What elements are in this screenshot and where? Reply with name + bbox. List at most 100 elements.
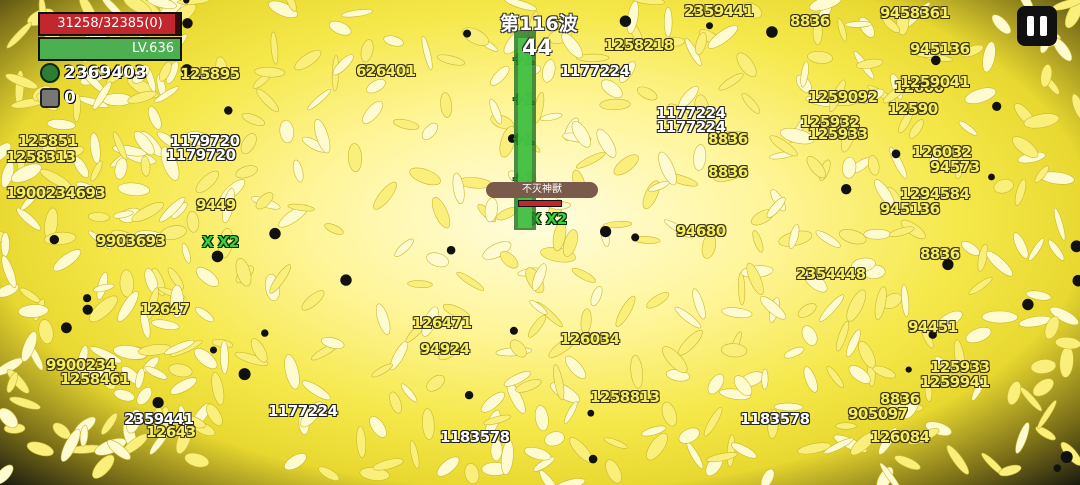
leaf-particle xyxy=(726,434,736,467)
leaf-particle xyxy=(888,226,915,237)
leaf-particle xyxy=(369,416,387,438)
level-text: LV.636 xyxy=(132,41,174,56)
leaf-particle xyxy=(409,167,441,186)
damage-number: 2354448 xyxy=(796,265,866,283)
damage-number: 8836 xyxy=(920,245,960,263)
leaf-particle xyxy=(993,178,1014,194)
leaf-particle xyxy=(0,464,14,485)
gem-counter: 0 xyxy=(40,88,76,108)
pause-icon xyxy=(1027,16,1034,36)
enemy-dot xyxy=(61,322,72,334)
leaf-particle xyxy=(284,354,300,390)
leaf-particle xyxy=(480,391,506,413)
leaf-particle xyxy=(421,122,438,141)
leaf-particle xyxy=(38,319,54,345)
damage-number: 126471 xyxy=(412,314,472,332)
leaf-particle xyxy=(372,458,404,471)
enemy-dot xyxy=(988,173,995,181)
enemy-dot xyxy=(1022,298,1034,311)
leaf-particle xyxy=(26,441,54,457)
leaf-particle xyxy=(575,151,606,169)
damage-number: 1179720 xyxy=(166,146,236,164)
leaf-particle xyxy=(797,303,817,318)
damage-number: 1183578 xyxy=(440,428,510,446)
damage-number: 9449 xyxy=(196,196,236,214)
damage-number: 945136 xyxy=(910,40,970,58)
leaf-particle xyxy=(1032,378,1054,397)
leaf-particle xyxy=(738,272,746,306)
enemy-dot xyxy=(49,234,59,245)
leaf-particle xyxy=(371,363,393,378)
gem-icon xyxy=(40,88,60,108)
leaf-particle xyxy=(721,343,748,358)
leaf-particle xyxy=(270,31,279,65)
damage-number: 94573 xyxy=(930,158,980,176)
damage-number: 94451 xyxy=(908,318,958,336)
damage-number: 126084 xyxy=(870,428,930,446)
leaf-particle xyxy=(539,470,561,485)
leaf-particle xyxy=(544,431,565,447)
leaf-particle xyxy=(982,41,996,73)
leaf-particle xyxy=(761,368,769,390)
leaf-particle xyxy=(901,284,910,318)
enemy-dot xyxy=(766,26,778,38)
leaf-particle xyxy=(664,6,673,38)
leaf-particle xyxy=(534,405,549,432)
leaf-particle xyxy=(835,422,857,430)
damage-number: 8836 xyxy=(880,390,920,408)
leaf-particle xyxy=(695,32,707,55)
enemy-dot xyxy=(82,304,93,315)
leaf-particle xyxy=(301,380,331,401)
leaf-particle xyxy=(360,39,374,63)
damage-number: 8836 xyxy=(708,130,748,148)
damage-number: 12647 xyxy=(140,300,190,318)
damage-number: 1259041 xyxy=(900,73,970,91)
leaf-particle xyxy=(524,446,552,461)
game-playfield[interactable]: 1177224 1179720 1179720 1177224 1177224 11772… xyxy=(0,0,1080,485)
damage-number: 1177224 xyxy=(268,402,338,420)
enemy-dot xyxy=(464,391,474,400)
leaf-particle xyxy=(819,294,845,322)
damage-number: 125932 xyxy=(800,113,860,131)
leaf-particle xyxy=(211,372,225,406)
leaf-particle xyxy=(564,401,578,424)
leaf-particle xyxy=(692,288,706,320)
leaf-particle xyxy=(1053,207,1066,241)
leaf-particle xyxy=(87,212,110,222)
leaf-particle xyxy=(19,287,41,304)
leaf-particle xyxy=(564,355,587,380)
leaf-particle xyxy=(752,230,764,253)
enemy-dot xyxy=(509,326,518,335)
leaf-particle xyxy=(18,304,49,318)
damage-number: 1259092 xyxy=(808,88,878,106)
leaf-particle xyxy=(409,440,420,469)
leaf-particle xyxy=(464,463,480,485)
pause-button[interactable] xyxy=(1017,6,1057,46)
leaf-particle xyxy=(630,354,644,389)
gem-value: 0 xyxy=(64,88,76,108)
leaf-particle xyxy=(431,197,451,229)
leaf-particle xyxy=(100,412,118,435)
leaf-particle xyxy=(177,0,210,5)
leaf-particle xyxy=(375,303,391,335)
leaf-particle xyxy=(241,113,266,126)
leaf-particle xyxy=(958,120,978,136)
enemy-dot xyxy=(446,245,456,255)
enemy-dot xyxy=(631,233,640,242)
damage-number: 1177224 xyxy=(560,62,630,80)
leaf-particle xyxy=(150,319,180,330)
leaf-particle xyxy=(801,325,818,346)
leaf-particle xyxy=(347,143,363,173)
enemy-dot xyxy=(269,227,281,240)
leaf-particle xyxy=(894,455,921,470)
leaf-particle xyxy=(256,88,279,113)
damage-number: 626401 xyxy=(356,62,416,80)
leaf-particle xyxy=(615,295,636,327)
leaf-particle xyxy=(240,133,257,155)
leaf-particle xyxy=(846,289,866,322)
damage-number: 12590 xyxy=(888,100,938,118)
leaf-particle xyxy=(235,165,258,179)
leaf-particle xyxy=(605,459,622,484)
leaf-particle xyxy=(1059,346,1074,378)
leaf-particle xyxy=(113,389,135,402)
